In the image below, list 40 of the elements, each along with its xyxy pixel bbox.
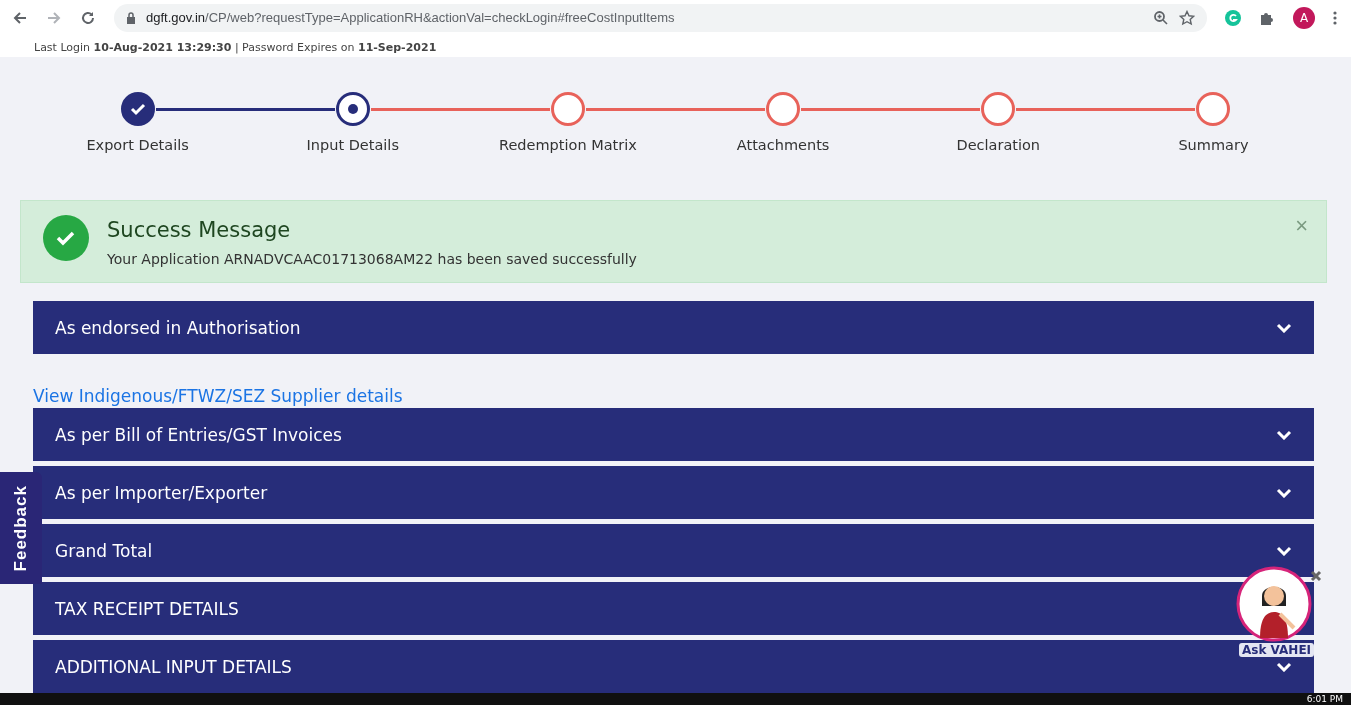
feedback-tab[interactable]: Feedback — [0, 472, 42, 584]
step-label: Input Details — [306, 137, 399, 153]
chevron-icon — [1276, 661, 1292, 672]
star-icon[interactable] — [1179, 9, 1195, 26]
back-icon[interactable] — [12, 9, 28, 26]
url-text: dgft.gov.in/CP/web?requestType=ApplicationRH&actionVal=checkLogin#freeCostInputItems — [146, 10, 675, 25]
accordion-header[interactable]: As per Importer/Exporter — [33, 466, 1314, 519]
clock-text: 6:01 PM — [1306, 693, 1343, 705]
chevron-icon — [1276, 487, 1292, 498]
step-circle-icon[interactable] — [549, 91, 586, 127]
check-circle-icon — [43, 215, 89, 261]
profile-avatar[interactable]: A — [1293, 6, 1315, 29]
step-label: Declaration — [956, 137, 1041, 153]
alert-message: Your Application ARNADVCAAC01713068AM22 has been saved successfully — [107, 251, 638, 267]
supplier-details-link[interactable]: View Indigenous/FTWZ/SEZ Supplier details — [33, 386, 403, 406]
login-info: Last Login 10-Aug-2021 13:29:30 | Password Expires on 11-Sep-2021 — [34, 41, 437, 55]
step-circle-icon[interactable] — [980, 91, 1017, 127]
step-label: Redemption Matrix — [499, 137, 637, 153]
accordion-header[interactable]: As per Bill of Entries/GST Invoices — [33, 408, 1314, 461]
reload-icon[interactable] — [80, 9, 96, 26]
current-step-icon[interactable] — [334, 91, 371, 127]
step-label: Export Details — [86, 137, 189, 153]
chevron-icon — [1276, 322, 1292, 333]
chevron-icon — [1276, 545, 1292, 556]
check-step-icon[interactable] — [119, 91, 156, 127]
chatbot-widget-overlay[interactable] — [1236, 566, 1312, 642]
step-circle-icon[interactable] — [1195, 91, 1232, 127]
alert-title: Success Message — [107, 217, 292, 244]
step-label: Attachments — [736, 137, 830, 153]
address-bar[interactable]: dgft.gov.in/CP/web?requestType=ApplicationRH&actionVal=checkLogin#freeCostInputItems — [114, 3, 1207, 32]
step-label: Summary — [1178, 137, 1249, 153]
step-circle-icon[interactable] — [765, 91, 802, 127]
accordion-header[interactable]: TAX RECEIPT DETAILS — [33, 582, 1314, 635]
chatbot-label[interactable]: Ask VAHEI — [1239, 643, 1315, 657]
more-icon[interactable] — [1333, 9, 1337, 26]
accordion-header[interactable]: As endorsed in Authorisation — [33, 301, 1314, 354]
chevron-icon — [1276, 429, 1292, 440]
lock-icon — [126, 11, 136, 24]
close-icon[interactable] — [1310, 570, 1322, 582]
zoom-icon[interactable] — [1153, 9, 1169, 26]
